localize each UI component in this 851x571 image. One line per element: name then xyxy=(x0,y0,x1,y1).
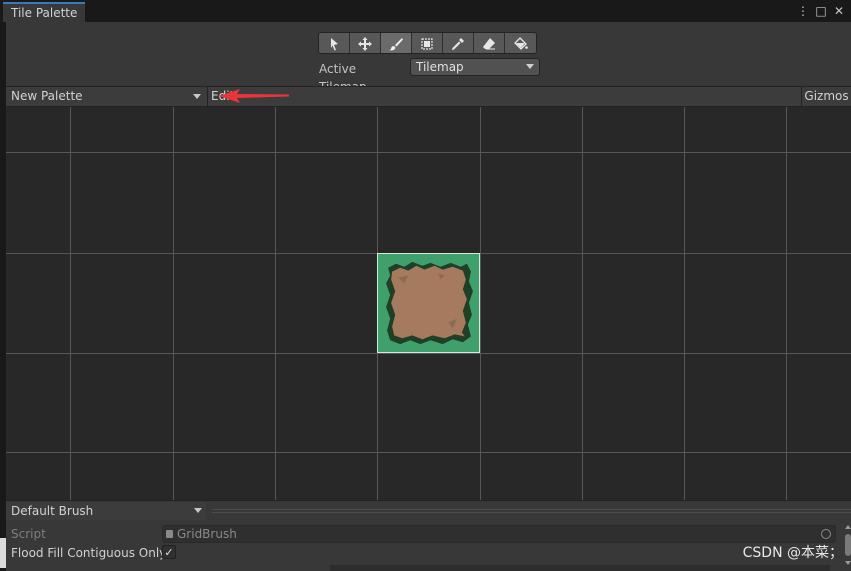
select-tool-button[interactable] xyxy=(319,33,350,53)
background-window-edge xyxy=(0,538,6,568)
chevron-down-icon xyxy=(526,64,534,69)
flood-fill-tool-icon xyxy=(513,37,528,50)
active-tilemap-label: Active Tilemap xyxy=(319,62,367,94)
chevron-down-icon xyxy=(193,94,201,99)
paint-brush-tool-icon xyxy=(389,38,403,51)
grid-line xyxy=(70,107,71,500)
grid-line xyxy=(786,107,787,500)
grid-line xyxy=(173,107,174,500)
eraser-tool-button[interactable] xyxy=(474,33,505,53)
flood-fill-checkbox[interactable]: ✓ xyxy=(162,545,176,559)
resize-splitter[interactable] xyxy=(212,509,851,513)
box-fill-tool-icon xyxy=(421,38,433,50)
object-picker-icon[interactable] xyxy=(821,529,831,539)
move-tool-icon xyxy=(358,37,372,51)
gizmos-toggle[interactable]: Gizmos xyxy=(801,87,851,106)
brush-inspector: Script GridBrush Flood Fill Contiguous O… xyxy=(6,521,851,571)
grid-line xyxy=(582,107,583,500)
grid-line xyxy=(6,152,851,153)
script-label: Script xyxy=(11,527,46,541)
paint-brush-tool-button[interactable] xyxy=(381,33,412,53)
picker-tool-button[interactable] xyxy=(443,33,474,53)
script-value: GridBrush xyxy=(177,527,237,541)
flood-fill-tool-button[interactable] xyxy=(505,33,536,53)
brush-name: Default Brush xyxy=(11,504,94,518)
maximize-icon[interactable]: □ xyxy=(815,3,827,19)
flood-fill-label: Flood Fill Contiguous Only xyxy=(11,546,167,560)
grass-dirt-tile[interactable] xyxy=(377,253,480,353)
brush-header-bar: Default Brush xyxy=(6,500,851,520)
eraser-tool-icon xyxy=(483,38,495,50)
brush-dropdown[interactable]: Default Brush xyxy=(6,502,206,520)
close-icon[interactable]: ✕ xyxy=(833,3,845,19)
script-file-icon xyxy=(166,530,173,538)
palette-header-bar: New Palette Edit Gizmos xyxy=(6,86,851,107)
grid-line xyxy=(480,107,481,500)
grid-line xyxy=(684,107,685,500)
window-tab-bar: Tile Palette ⋮ □ ✕ xyxy=(0,0,851,22)
grid-line xyxy=(275,107,276,500)
background-window-edge xyxy=(330,565,830,571)
grid-line xyxy=(6,353,851,354)
inspector-scrollbar[interactable] xyxy=(844,525,851,565)
box-fill-tool-button[interactable] xyxy=(412,33,443,53)
annotation-arrow xyxy=(219,89,289,103)
active-tilemap-dropdown[interactable]: Tilemap xyxy=(410,58,540,76)
window-controls: ⋮ □ ✕ xyxy=(797,3,845,19)
palette-grid-canvas[interactable] xyxy=(6,107,851,500)
watermark-text: CSDN @本菜； xyxy=(742,545,843,561)
tile-sprite xyxy=(378,254,479,352)
move-tool-button[interactable] xyxy=(350,33,381,53)
tool-strip xyxy=(318,32,537,54)
kebab-menu-icon[interactable]: ⋮ xyxy=(797,3,809,19)
picker-tool-icon xyxy=(452,38,464,50)
active-tilemap-value: Tilemap xyxy=(416,60,464,74)
palette-dropdown[interactable]: New Palette xyxy=(6,87,208,106)
tab-tile-palette[interactable]: Tile Palette xyxy=(3,2,86,22)
chevron-down-icon xyxy=(194,508,202,513)
script-field[interactable]: GridBrush xyxy=(162,525,836,543)
palette-name: New Palette xyxy=(11,89,83,103)
select-tool-icon xyxy=(331,38,338,51)
grid-line xyxy=(6,452,851,453)
